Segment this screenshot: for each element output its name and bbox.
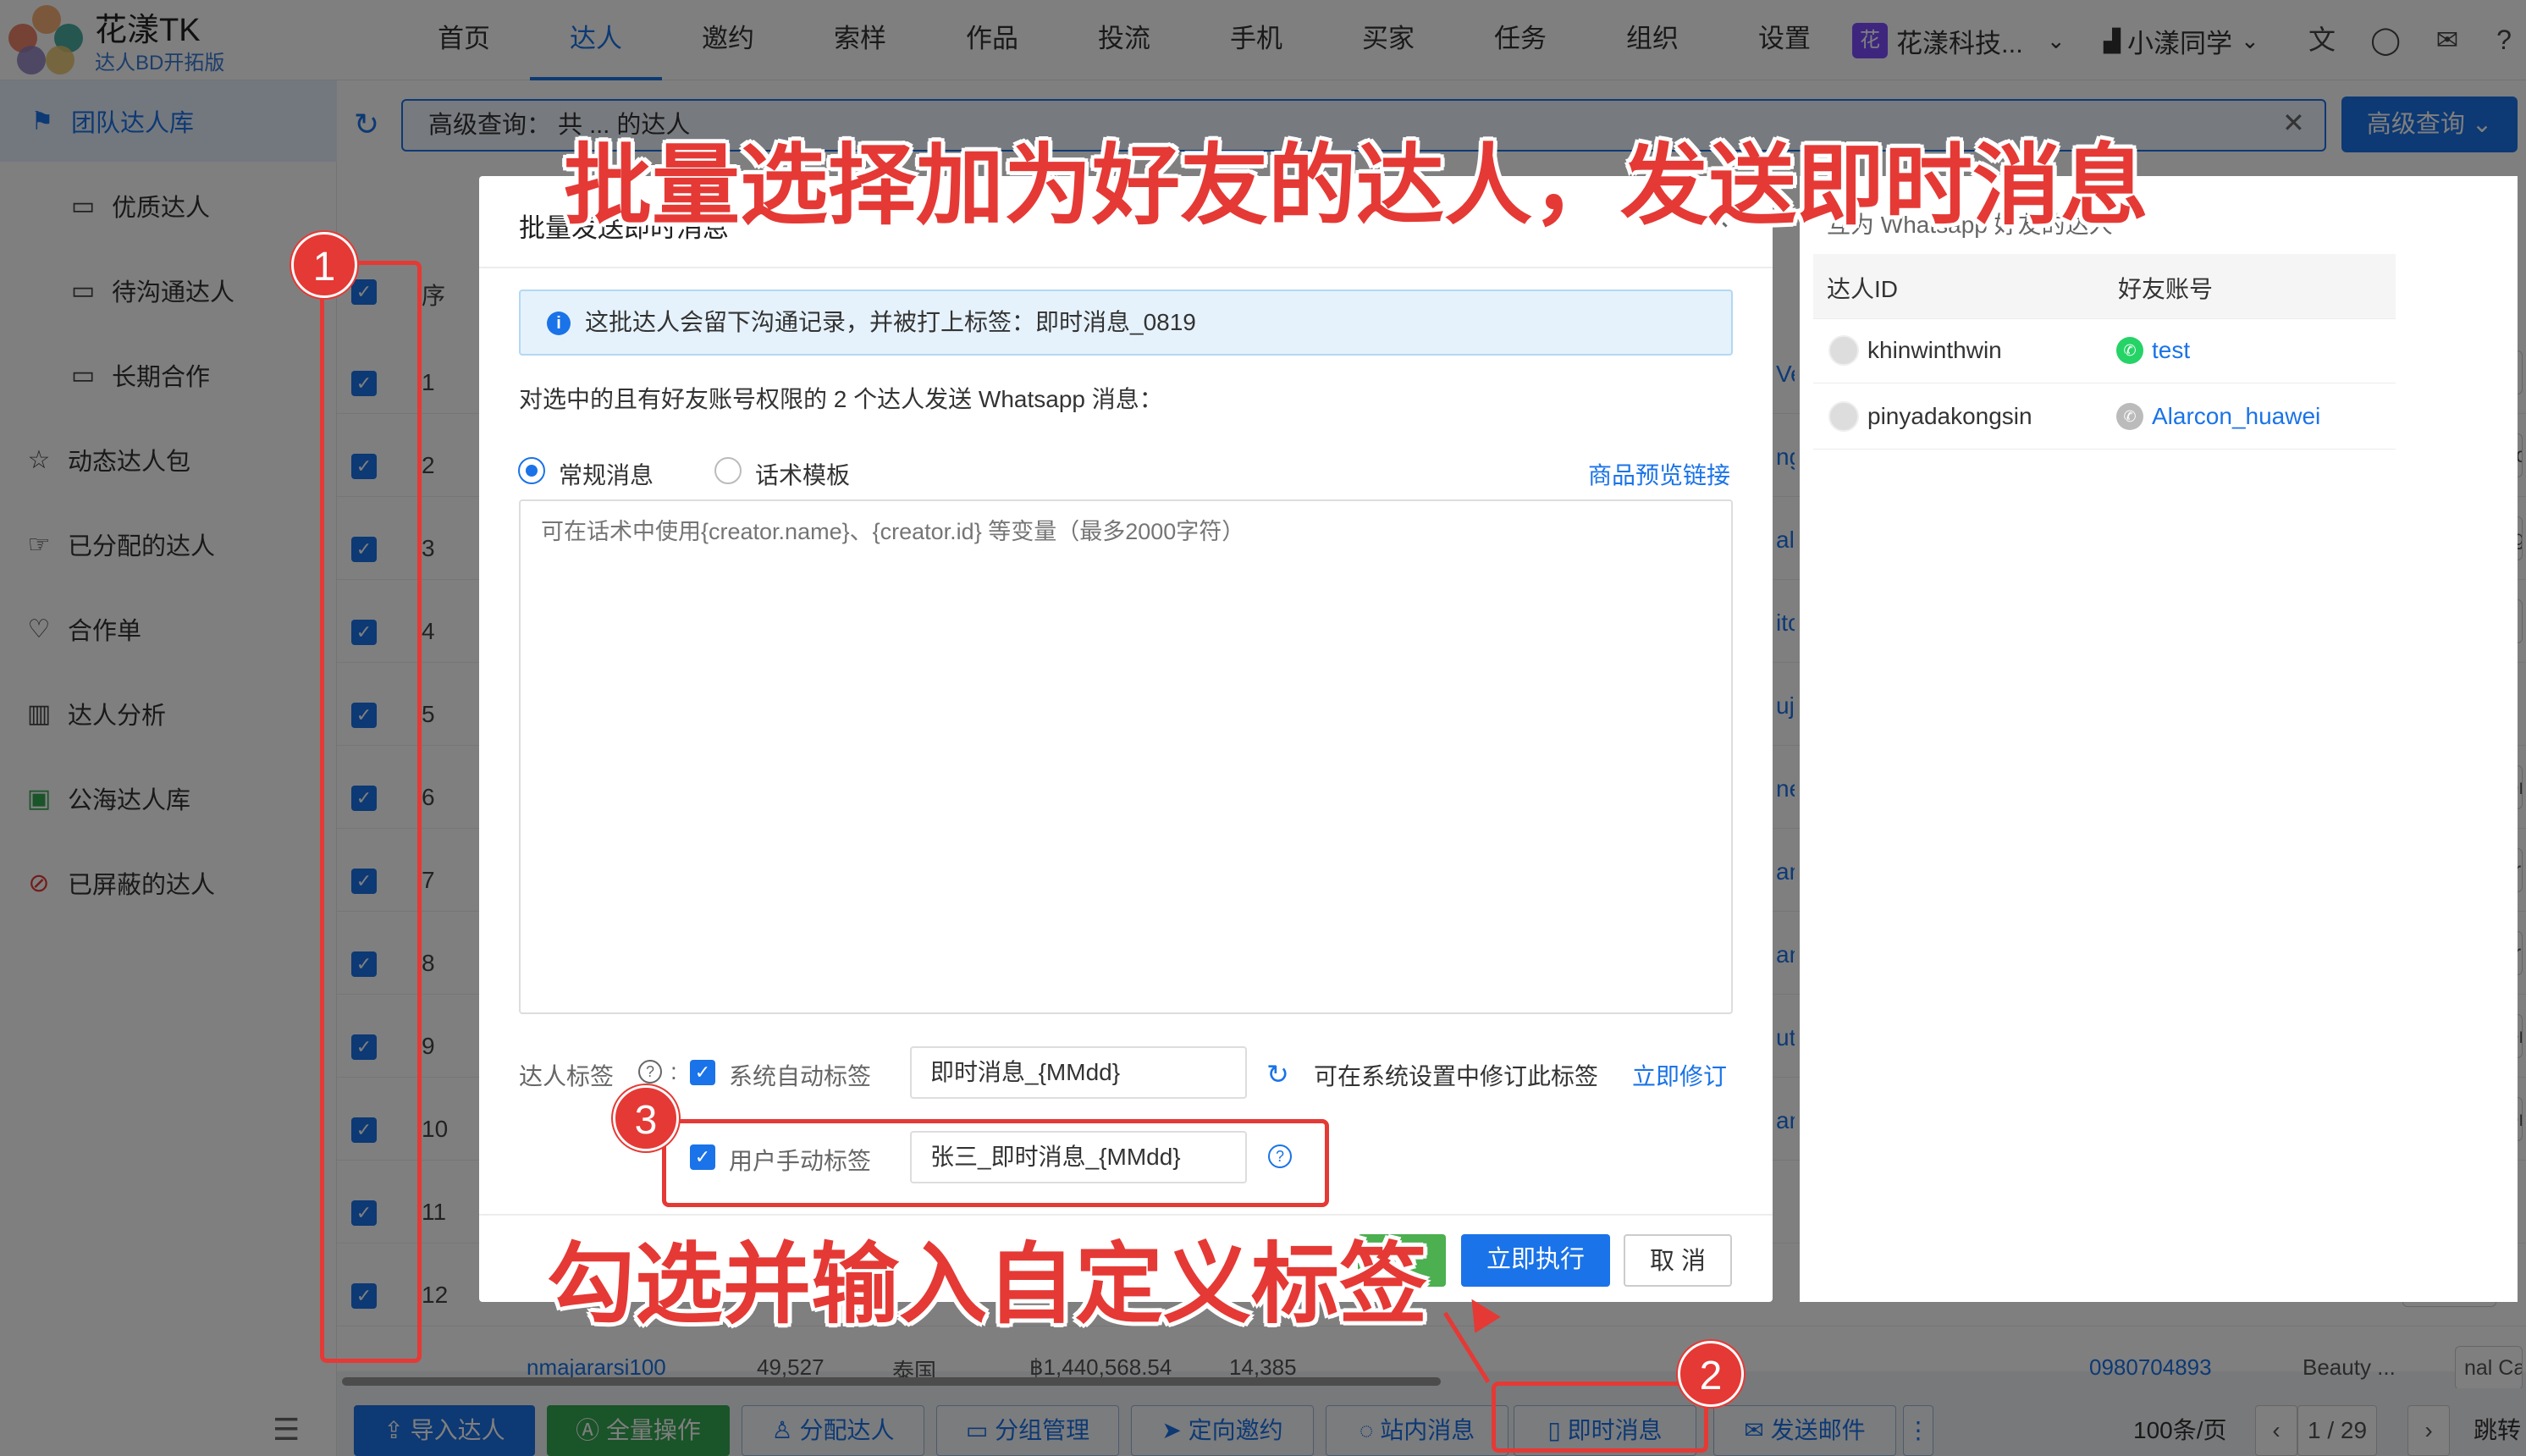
radio-normal-label: 常规消息: [559, 462, 654, 488]
radio-script-template[interactable]: [714, 457, 742, 484]
edit-tag-link[interactable]: 立即修订: [1632, 1058, 1727, 1092]
annotation-step-3: 3: [613, 1085, 679, 1151]
dialog-divider: [479, 267, 1773, 268]
cancel-button[interactable]: 取 消: [1624, 1234, 1732, 1287]
annotation-step-2: 2: [1678, 1341, 1744, 1407]
panel-table-header: [1813, 254, 2396, 318]
auto-tag-hint: 可在系统设置中修订此标签: [1314, 1063, 1599, 1089]
friend-account-link[interactable]: test: [2106, 337, 2190, 364]
annotation-box-instant-message: [1492, 1382, 1708, 1453]
refresh-icon[interactable]: ↻: [1266, 1058, 1289, 1090]
auto-tag-input[interactable]: 即时消息_{MMdd}: [910, 1046, 1247, 1099]
execute-now-button[interactable]: 立即执行: [1461, 1234, 1610, 1287]
avatar: [1828, 335, 1859, 366]
annotation-title: 批量选择加为好友的达人，发送即时消息: [564, 137, 2149, 235]
creator-tag-label: 达人标签: [519, 1063, 615, 1089]
send-description: 对选中的且有好友账号权限的 2 个达人发送 Whatsapp 消息：: [519, 386, 1163, 412]
message-textarea[interactable]: [519, 499, 1733, 1014]
radio-template-label: 话术模板: [755, 462, 851, 488]
col-creator-id: 达人ID: [1827, 276, 1899, 302]
annotation-bottom-text: 勾选并输入自定义标签: [547, 1236, 1428, 1334]
row-divider: [1813, 318, 2396, 319]
help-icon[interactable]: ?: [638, 1060, 662, 1084]
info-icon: i: [547, 312, 571, 335]
radio-normal-message[interactable]: [518, 457, 545, 484]
annotation-box-checkboxes: [320, 261, 422, 1363]
colon-label: :: [670, 1058, 677, 1084]
info-banner: 这批达人会留下沟通记录，并被打上标签：即时消息_0819: [519, 290, 1733, 356]
auto-tag-checkbox[interactable]: ✓: [690, 1060, 715, 1085]
product-preview-link[interactable]: 商品预览链接: [1588, 457, 1730, 491]
col-friend-account: 好友账号: [2118, 276, 2214, 302]
annotation-step-1: 1: [291, 232, 357, 298]
friend-row-id: pinyadakongsin: [1867, 403, 2032, 429]
annotation-box-manual-tag: [662, 1119, 1329, 1207]
friend-row-id: khinwinthwin: [1867, 337, 2002, 363]
friend-account-link[interactable]: Alarcon_huawei: [2106, 403, 2320, 430]
avatar: [1828, 401, 1859, 432]
auto-tag-label: 系统自动标签: [729, 1063, 872, 1089]
